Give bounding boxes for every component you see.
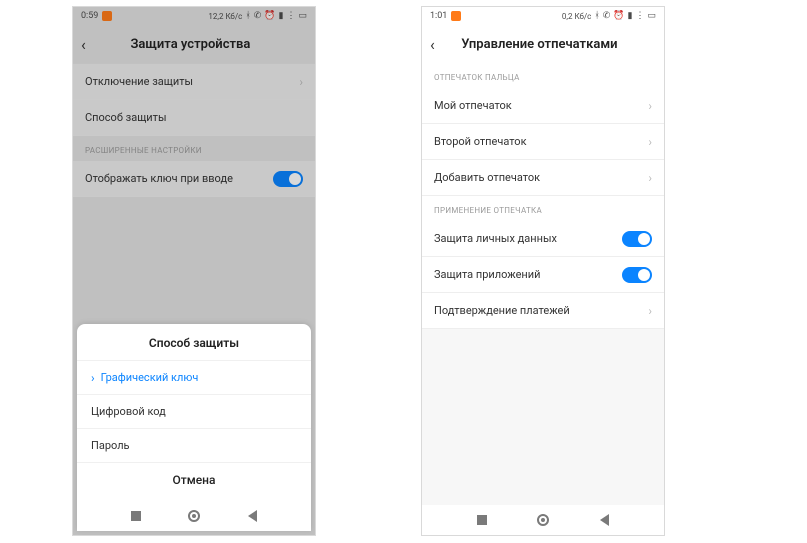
nav-back-icon[interactable] bbox=[248, 510, 257, 522]
chevron-right-icon: › bbox=[648, 304, 652, 318]
status-speed: 0,2 Кб/с bbox=[562, 12, 591, 21]
sheet-cancel-button[interactable]: Отмена bbox=[77, 462, 311, 497]
status-time: 1:01 bbox=[430, 11, 447, 21]
page-title: Управление отпечатками bbox=[423, 37, 656, 52]
wifi-icon: ⋮ bbox=[635, 12, 644, 21]
row-privacy-protection[interactable]: Защита личных данных bbox=[422, 221, 664, 257]
nav-home-icon[interactable] bbox=[188, 510, 200, 522]
nav-recents-icon[interactable] bbox=[477, 515, 487, 525]
nav-back-icon[interactable] bbox=[600, 514, 609, 526]
wifi-icon: ⋮ bbox=[286, 12, 295, 21]
phone-left: 0:59 12,2 Кб/с ᚼ ✆ ⏰ ▮ ⋮ ▭ ‹ Защита устр… bbox=[72, 6, 316, 536]
phone-right-bg: 1:01 0,2 Кб/с ᚼ ✆ ⏰ ▮ ⋮ ▭ ‹ Управление о… bbox=[422, 7, 664, 535]
page-title: Защита устройства bbox=[74, 37, 307, 52]
vibrate-icon: ✆ bbox=[254, 12, 262, 21]
signal-icon: ▮ bbox=[279, 12, 284, 21]
row-label: Защита приложений bbox=[434, 268, 540, 281]
toggle-on-icon[interactable] bbox=[273, 171, 303, 187]
row-disable-protection[interactable]: Отключение защиты › bbox=[73, 64, 315, 100]
status-bar: 0:59 12,2 Кб/с ᚼ ✆ ⏰ ▮ ⋮ ▭ bbox=[73, 7, 315, 25]
row-label: Способ защиты bbox=[85, 111, 166, 124]
vibrate-icon: ✆ bbox=[603, 12, 611, 21]
alarm-icon: ⏰ bbox=[613, 12, 624, 21]
sheet-option-label: Цифровой код bbox=[91, 405, 166, 418]
toggle-on-icon[interactable] bbox=[622, 267, 652, 283]
signal-icon: ▮ bbox=[628, 12, 633, 21]
bluetooth-icon: ᚼ bbox=[245, 12, 250, 21]
row-label: Защита личных данных bbox=[434, 232, 557, 245]
row-fp1[interactable]: Мой отпечаток › bbox=[422, 88, 664, 124]
chevron-right-icon: › bbox=[648, 171, 652, 185]
content-empty bbox=[422, 329, 664, 505]
bottom-sheet: Способ защиты Графический ключ Цифровой … bbox=[77, 324, 311, 531]
nav-home-icon[interactable] bbox=[537, 514, 549, 526]
section-fingerprint: ОТПЕЧАТОК ПАЛЬЦА bbox=[422, 63, 664, 88]
chevron-right-icon: › bbox=[648, 135, 652, 149]
row-protection-method[interactable]: Способ защиты bbox=[73, 100, 315, 136]
battery-icon: ▭ bbox=[298, 12, 307, 21]
phone-right: 1:01 0,2 Кб/с ᚼ ✆ ⏰ ▮ ⋮ ▭ ‹ Управление о… bbox=[421, 6, 665, 536]
sheet-option-pin[interactable]: Цифровой код bbox=[77, 394, 311, 428]
status-time: 0:59 bbox=[81, 11, 98, 21]
row-label: Отображать ключ при вводе bbox=[85, 172, 233, 185]
notification-dot-icon bbox=[451, 11, 461, 21]
nav-bar-sheet bbox=[77, 501, 311, 531]
header: ‹ Управление отпечатками bbox=[422, 25, 664, 63]
sheet-title: Способ защиты bbox=[77, 324, 311, 360]
battery-icon: ▭ bbox=[647, 12, 656, 21]
sheet-option-pattern[interactable]: Графический ключ bbox=[77, 360, 311, 394]
section-advanced: РАСШИРЕННЫЕ НАСТРОЙКИ bbox=[73, 136, 315, 161]
nav-bar bbox=[422, 505, 664, 535]
row-label: Мой отпечаток bbox=[434, 99, 512, 112]
nav-recents-icon[interactable] bbox=[131, 511, 141, 521]
sheet-option-label: Графический ключ bbox=[101, 371, 199, 384]
row-fp2[interactable]: Второй отпечаток › bbox=[422, 124, 664, 160]
row-fp-add[interactable]: Добавить отпечаток › bbox=[422, 160, 664, 196]
status-bar: 1:01 0,2 Кб/с ᚼ ✆ ⏰ ▮ ⋮ ▭ bbox=[422, 7, 664, 25]
notification-dot-icon bbox=[102, 11, 112, 21]
row-label: Второй отпечаток bbox=[434, 135, 527, 148]
chevron-right-icon: › bbox=[299, 75, 303, 89]
header: ‹ Защита устройства bbox=[73, 25, 315, 63]
status-speed: 12,2 Кб/с bbox=[208, 12, 242, 21]
sheet-option-password[interactable]: Пароль bbox=[77, 428, 311, 462]
toggle-on-icon[interactable] bbox=[622, 231, 652, 247]
alarm-icon: ⏰ bbox=[264, 12, 275, 21]
row-label: Отключение защиты bbox=[85, 75, 193, 88]
chevron-right-icon: › bbox=[648, 99, 652, 113]
row-payments[interactable]: Подтверждение платежей › bbox=[422, 293, 664, 329]
bluetooth-icon: ᚼ bbox=[594, 12, 599, 21]
row-label: Добавить отпечаток bbox=[434, 171, 540, 184]
row-app-protection[interactable]: Защита приложений bbox=[422, 257, 664, 293]
section-use: ПРИМЕНЕНИЕ ОТПЕЧАТКА bbox=[422, 196, 664, 221]
row-show-key[interactable]: Отображать ключ при вводе bbox=[73, 161, 315, 197]
row-label: Подтверждение платежей bbox=[434, 304, 570, 317]
sheet-option-label: Пароль bbox=[91, 439, 130, 452]
